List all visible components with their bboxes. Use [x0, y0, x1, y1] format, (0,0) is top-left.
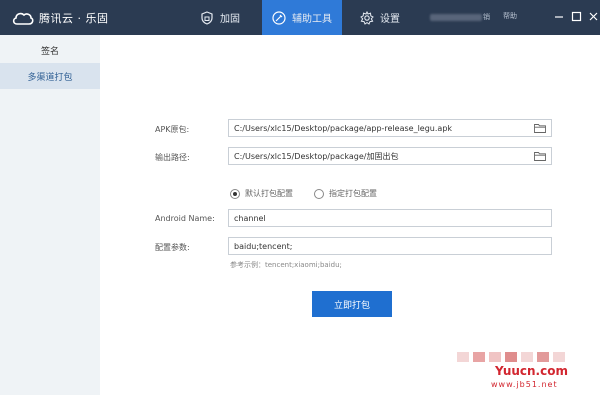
help-link[interactable]: 帮助	[503, 11, 517, 21]
radio-default-config[interactable]: 默认打包配置	[230, 188, 293, 199]
params-value: baidu;tencent;	[234, 241, 293, 251]
title-bar: 腾讯云 · 乐固 加固 辅助工具 设置 销 帮助	[0, 0, 600, 35]
tab-label: 辅助工具	[292, 14, 332, 25]
radio-label: 指定打包配置	[329, 189, 377, 198]
radio-dot	[314, 188, 324, 199]
radio-label: 默认打包配置	[245, 189, 293, 198]
apk-path-field[interactable]: C:/Users/xlc15/Desktop/package/app-relea…	[228, 119, 552, 137]
pack-now-button[interactable]: 立即打包	[312, 291, 392, 317]
tab-jiagu[interactable]: 加固	[200, 0, 255, 35]
apk-path-value: C:/Users/xlc15/Desktop/package/app-relea…	[234, 123, 453, 133]
close-icon[interactable]	[587, 10, 600, 23]
apk-label: APK原包:	[155, 125, 190, 134]
gear-icon	[360, 10, 374, 25]
account-suffix: 销	[483, 13, 490, 21]
folder-icon[interactable]	[534, 123, 546, 133]
maximize-icon[interactable]	[570, 10, 583, 23]
tab-tools[interactable]: 辅助工具	[262, 0, 342, 35]
radio-custom-config[interactable]: 指定打包配置	[314, 188, 377, 199]
tab-label: 设置	[380, 14, 400, 25]
params-label: 配置参数:	[155, 243, 190, 252]
watermark: Yuucn.com www.jb51.net	[455, 350, 595, 392]
android-name-input[interactable]: channel	[228, 209, 552, 227]
sidebar-item-sign[interactable]: 签名	[0, 37, 100, 63]
tab-label: 加固	[220, 14, 240, 25]
folder-icon[interactable]	[534, 151, 546, 161]
android-name-label: Android Name:	[155, 214, 215, 223]
shield-icon	[201, 10, 213, 25]
output-path-value: C:/Users/xlc15/Desktop/package/加固出包	[234, 151, 399, 161]
watermark-url: www.jb51.net	[491, 380, 558, 389]
android-name-value: channel	[234, 213, 266, 223]
account-info[interactable]: 销	[430, 12, 490, 22]
params-input[interactable]: baidu;tencent;	[228, 237, 552, 255]
cloud-logo-icon	[12, 12, 34, 25]
account-name-blurred	[430, 13, 482, 21]
output-label: 输出路径:	[155, 153, 190, 162]
params-hint: 参考示例：tencent;xiaomi;baidu;	[230, 261, 342, 269]
tool-icon	[272, 10, 286, 25]
output-path-field[interactable]: C:/Users/xlc15/Desktop/package/加固出包	[228, 147, 552, 165]
minimize-icon[interactable]	[553, 10, 566, 23]
app-brand: 腾讯云 · 乐固	[12, 0, 109, 35]
radio-dot-checked	[230, 188, 240, 199]
brand-text: 腾讯云 · 乐固	[39, 11, 109, 25]
sidebar-item-label: 多渠道打包	[27, 72, 73, 83]
sidebar-item-multi-channel[interactable]: 多渠道打包	[0, 63, 100, 89]
sidebar: 签名 多渠道打包	[0, 35, 100, 395]
tab-settings[interactable]: 设置	[360, 0, 420, 35]
watermark-text: Yuucn.com	[495, 364, 568, 378]
sidebar-item-label: 签名	[40, 46, 59, 57]
